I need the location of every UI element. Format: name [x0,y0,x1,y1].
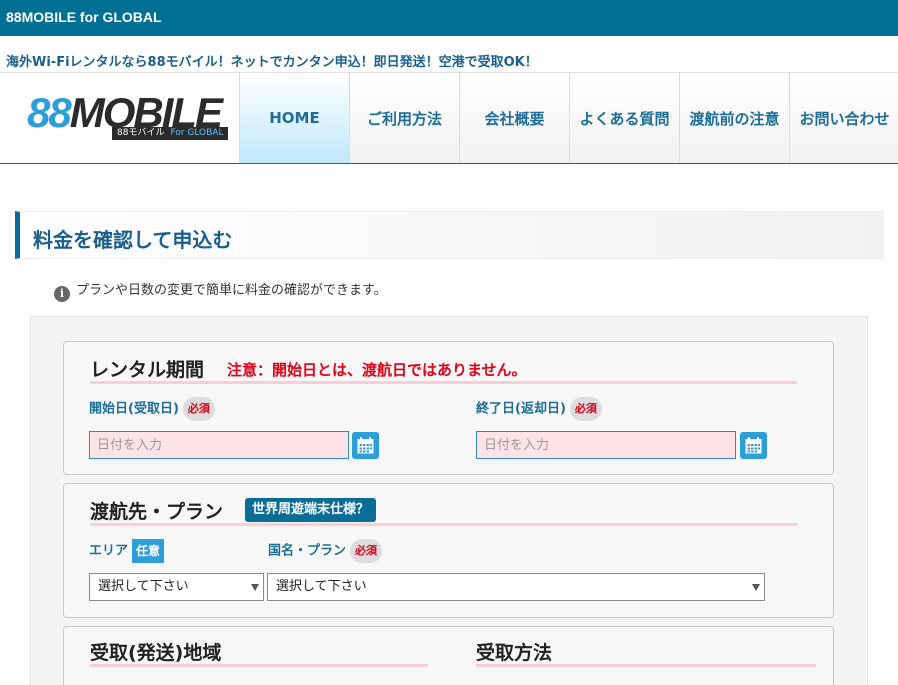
end-date-label: 終了日(返却日) 必須 [476,397,602,421]
rental-period-box: レンタル期間 注意：開始日とは、渡航日ではありません。 開始日(受取日)必須 終… [63,341,834,475]
info-icon: i [54,286,70,302]
rental-warning: 注意：開始日とは、渡航日ではありません。 [227,361,527,379]
nav-precautions[interactable]: 渡航前の注意 [680,73,790,163]
destination-plan-title: 渡航先・プラン [90,501,224,523]
pickup-region-title: 受取(発送)地域 [90,642,222,664]
info-text: プランや日数の変更で簡単に料金の確認ができます。 [76,283,387,298]
start-date-label: 開始日(受取日) 必須 [89,397,215,421]
pickup-box: 受取(発送)地域 受取方法 [63,626,834,685]
nav-faq[interactable]: よくある質問 [570,73,680,163]
required-badge: 必須 [350,539,383,563]
start-date-input[interactable] [89,431,349,459]
pickup-method-underline [476,664,816,667]
nav-contact[interactable]: お問い合わせ [790,73,898,163]
nav-company[interactable]: 会社概要 [460,73,570,163]
rental-underline [90,381,797,384]
rental-period-title: レンタル期間 [90,359,205,381]
logo-subtitle: 88モバイル For GLOBAL [112,127,229,140]
required-badge: 必須 [569,397,602,421]
site-header: 88MOBILE 88モバイル For GLOBAL HOME ご利用方法 会社概… [0,72,898,164]
required-badge: 必須 [182,397,215,421]
end-date-calendar-icon[interactable] [740,432,767,459]
section-title: 料金を確認して申込む [33,228,233,252]
country-plan-label: 国名・プラン 必須 [268,539,383,563]
pickup-region-underline [90,664,428,667]
section-heading: 料金を確認して申込む [15,211,884,259]
start-date-calendar-icon[interactable] [352,432,379,459]
nav-how-to-use[interactable]: ご利用方法 [350,73,460,163]
top-bar: 88MOBILE for GLOBAL [0,0,898,36]
destination-underline [90,523,797,526]
top-brand-text: 88MOBILE for GLOBAL [6,9,162,25]
chevron-down-icon [752,584,760,591]
destination-plan-box: 渡航先・プラン 世界周遊端末仕様？ エリア 任意 国名・プラン 必須 選択して下さい… [63,483,834,618]
main-nav: HOME ご利用方法 会社概要 よくある質問 渡航前の注意 お問い合わせ [240,73,898,163]
optional-badge: 任意 [132,539,165,563]
info-message: i プランや日数の変更で簡単に料金の確認ができます。 [54,279,387,302]
nav-home[interactable]: HOME [240,73,350,163]
logo[interactable]: 88MOBILE 88モバイル For GLOBAL [0,73,240,163]
area-label: エリア 任意 [89,539,165,563]
country-plan-select[interactable]: 選択して下さい [267,573,765,601]
chevron-down-icon [251,584,259,591]
end-date-input[interactable] [476,431,736,459]
tagline: 海外Wi-Fiレンタルなら88モバイル！ネットでカンタン申込！即日発送！空港で受… [6,55,538,70]
world-roaming-badge[interactable]: 世界周遊端末仕様？ [245,498,377,522]
area-select[interactable]: 選択して下さい [89,573,264,601]
pickup-method-title: 受取方法 [476,642,553,664]
